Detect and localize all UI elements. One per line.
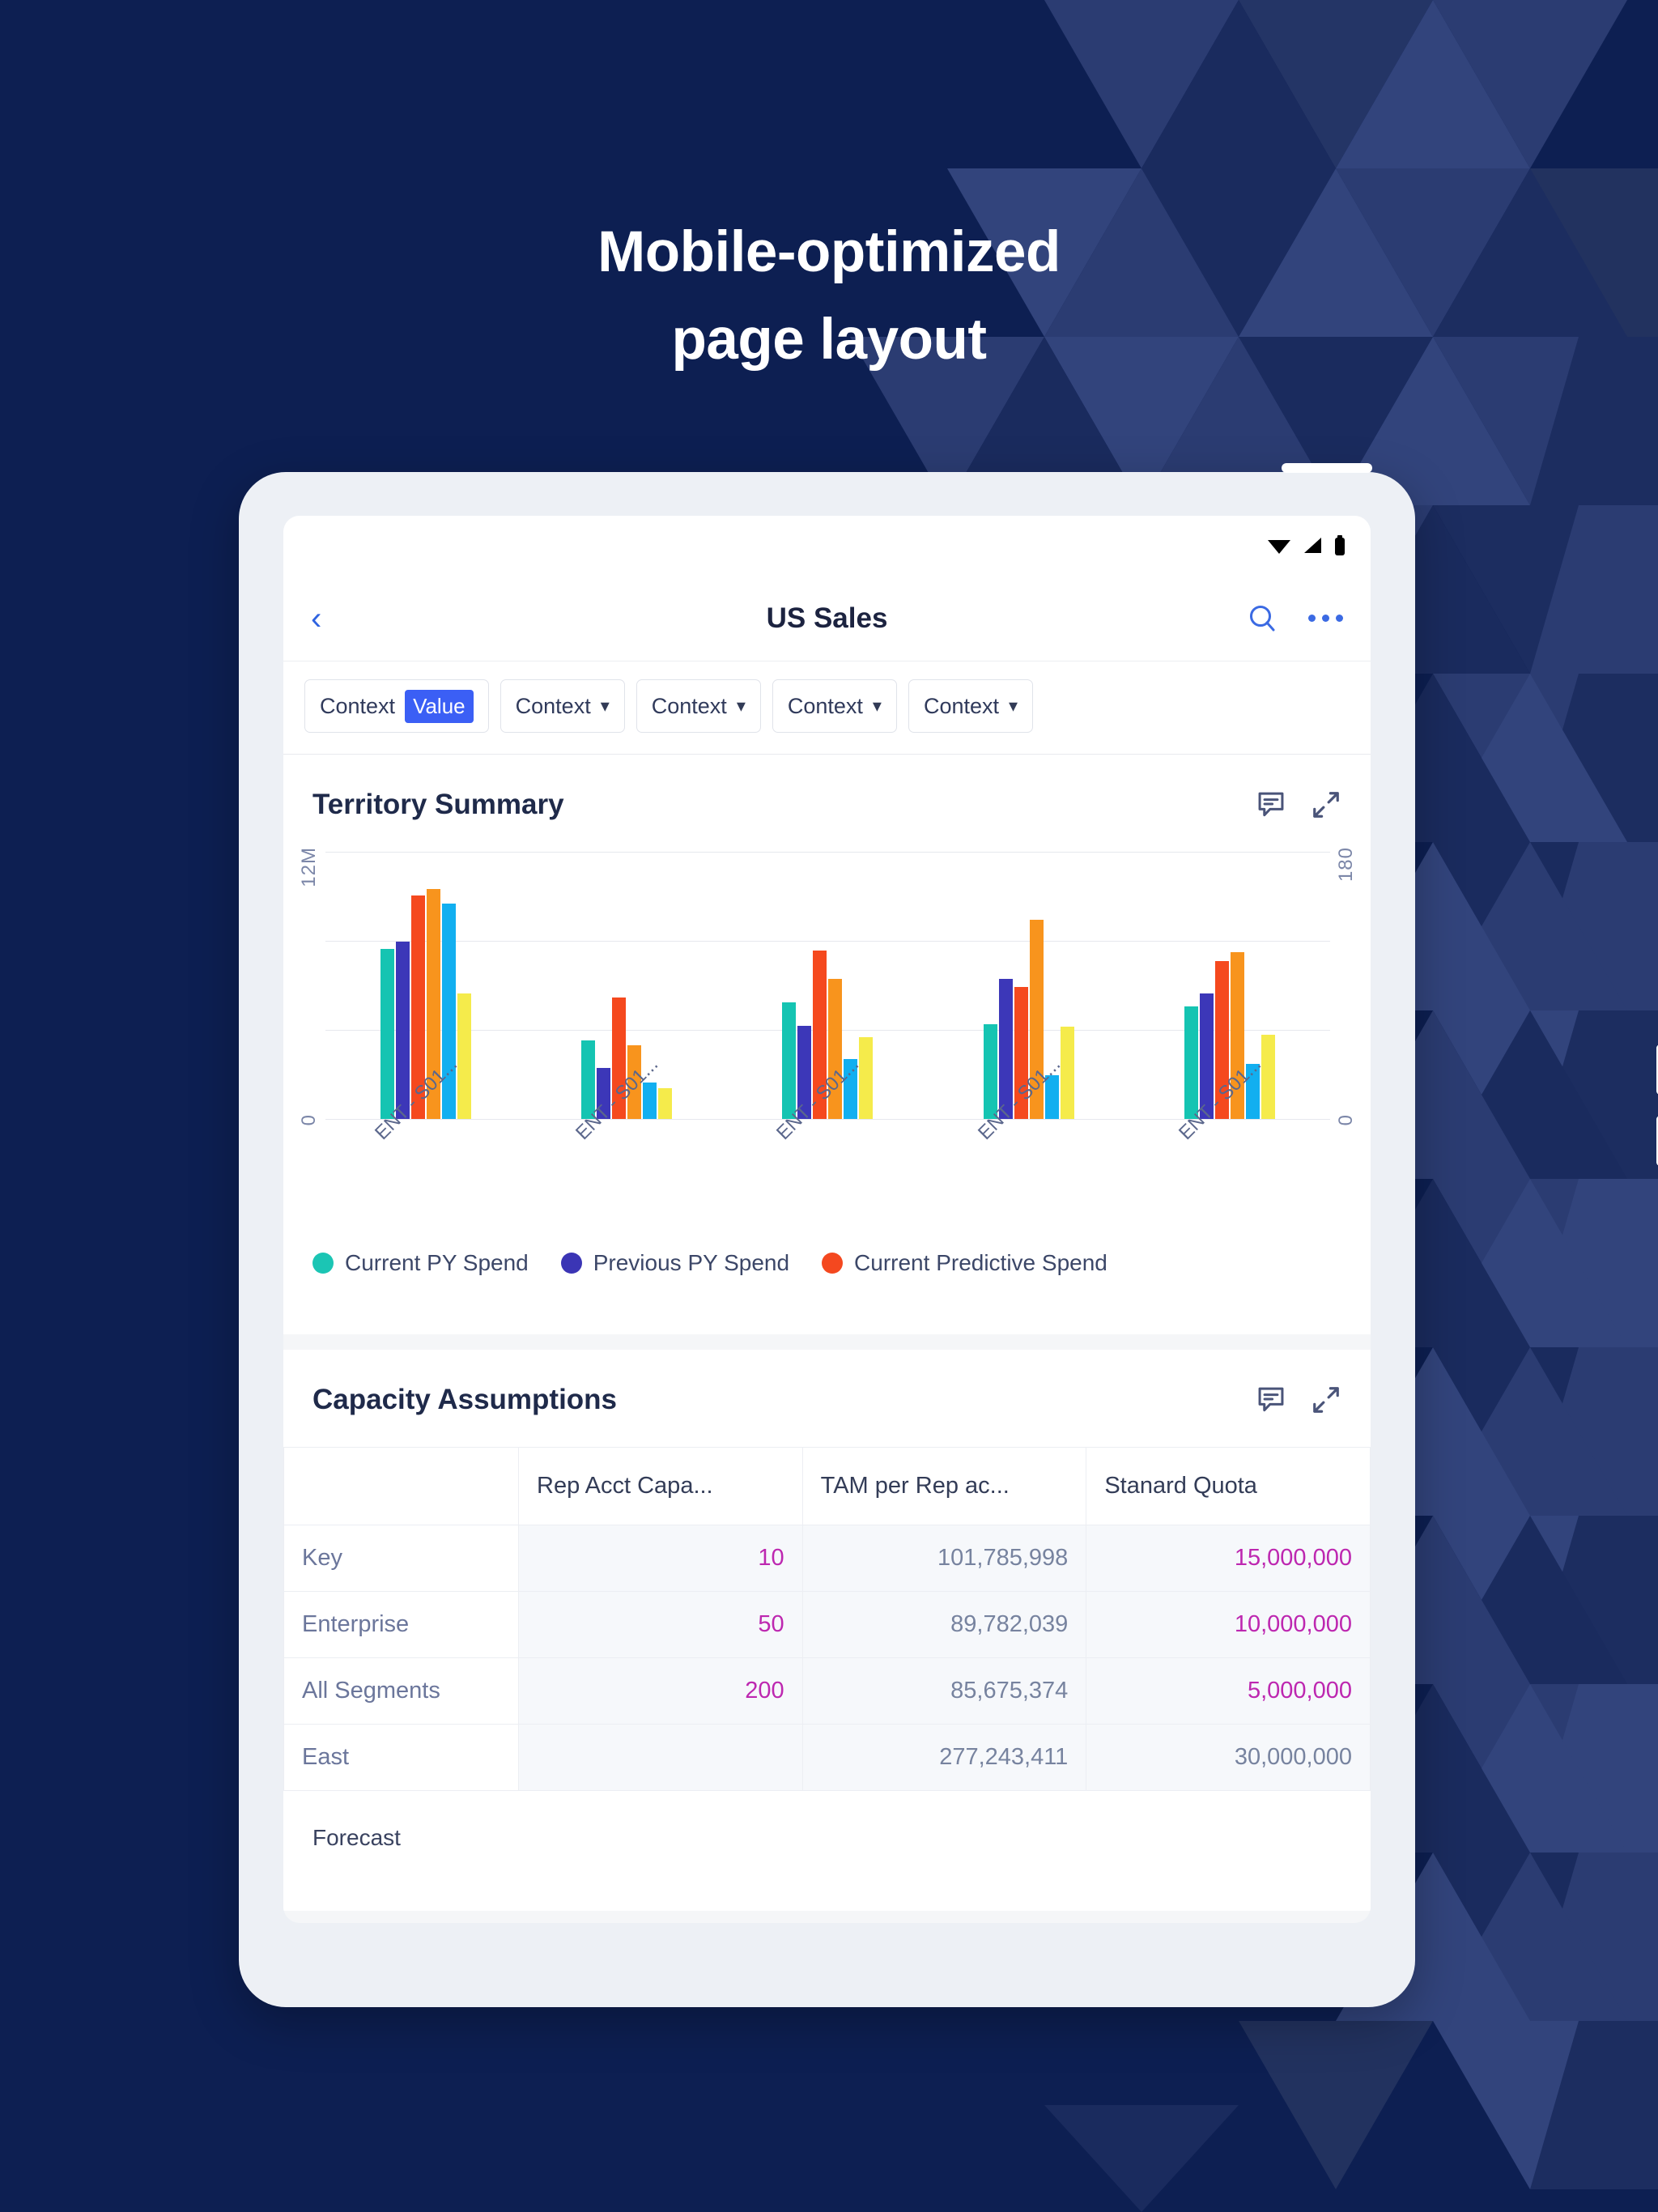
legend-swatch-icon	[312, 1253, 334, 1274]
table-cell-r2-c1[interactable]: 85,675,374	[801, 1657, 1087, 1725]
capacity-assumptions-title: Capacity Assumptions	[312, 1384, 618, 1415]
context-chip-0-label: Context	[320, 693, 396, 718]
bar-g3-s5[interactable]	[1060, 1027, 1074, 1119]
phone-device-frame: ‹ US Sales Context Value Context ▾ Conte	[239, 463, 1658, 2007]
territory-summary-card: Territory Summary 12M 0 180 0 ENT - S01.…	[283, 755, 1371, 1334]
table-cell-r1-c0[interactable]: 50	[518, 1591, 803, 1658]
capacity-assumptions-card: Capacity Assumptions Rep Acct Capa... TAM…	[283, 1350, 1371, 1911]
legend-item-1[interactable]: Previous PY Spend	[560, 1250, 790, 1276]
table-cell-r3-c1[interactable]: 277,243,411	[801, 1724, 1087, 1791]
legend-item-2[interactable]: Current Predictive Spend	[822, 1250, 1107, 1276]
bar-g2-s0[interactable]	[782, 1002, 797, 1119]
context-chip-3[interactable]: Context ▾	[772, 679, 897, 733]
phone-screen: ‹ US Sales Context Value Context ▾ Conte	[283, 516, 1371, 1923]
forecast-label: Forecast	[283, 1791, 1371, 1911]
search-icon[interactable]	[1247, 602, 1279, 635]
table-cell-r1-c1[interactable]: 89,782,039	[801, 1591, 1087, 1658]
app-nav-bar: ‹ US Sales	[283, 576, 1371, 661]
table-cell-r2-c0[interactable]: 200	[518, 1657, 803, 1725]
chart-x-axis-labels: ENT - S01... ENT - S01... ENT - S01... ENT …	[325, 1053, 1330, 1240]
table-cell-r0-c1[interactable]: 101,785,998	[801, 1525, 1087, 1592]
table-cell-r3-c0[interactable]	[518, 1724, 803, 1791]
comment-icon[interactable]	[1256, 789, 1286, 820]
bar-g0-s5[interactable]	[457, 993, 472, 1119]
table-row-label-0: Key	[283, 1525, 519, 1592]
expand-icon[interactable]	[1311, 789, 1341, 820]
context-chip-3-label: Context	[787, 693, 863, 718]
legend-label-1: Previous PY Spend	[593, 1250, 790, 1275]
table-col-header-0	[283, 1447, 519, 1525]
hero-heading: Mobile-optimized page layout	[0, 209, 1658, 384]
x-label-slot-0: ENT - S01...	[371, 1053, 474, 1240]
x-label-slot-1: ENT - S01...	[572, 1053, 675, 1240]
legend-label-0: Current PY Spend	[345, 1250, 529, 1275]
bar-g3-s0[interactable]	[983, 1023, 997, 1119]
table-row-label-2: All Segments	[283, 1657, 519, 1725]
table-row-label-3: East	[283, 1724, 519, 1791]
bar-g4-s5[interactable]	[1261, 1035, 1275, 1119]
table-col-header-1: Rep Acct Capa...	[518, 1447, 803, 1525]
chevron-down-icon: ▾	[600, 696, 610, 716]
territory-summary-chart: 12M 0 180 0 ENT - S01... ENT - S01... ENT …	[283, 847, 1371, 1334]
x-label-slot-2: ENT - S01...	[772, 1053, 876, 1240]
context-chip-1[interactable]: Context ▾	[500, 679, 625, 733]
wifi-icon	[1268, 540, 1290, 554]
table-cell-r3-c2[interactable]: 30,000,000	[1086, 1724, 1371, 1791]
bar-g2-s5[interactable]	[859, 1037, 874, 1119]
table-row-label-1: Enterprise	[283, 1591, 519, 1658]
table-row[interactable]: East 277,243,411 30,000,000	[283, 1724, 1371, 1791]
hero-line-1: Mobile-optimized	[597, 220, 1061, 284]
table-cell-r2-c2[interactable]: 5,000,000	[1086, 1657, 1371, 1725]
status-bar	[283, 516, 1371, 576]
legend-label-2: Current Predictive Spend	[854, 1250, 1107, 1275]
back-button[interactable]: ‹	[311, 602, 348, 635]
context-chip-0-value: Value	[405, 689, 474, 723]
y-axis-left-max: 12M	[298, 847, 320, 887]
table-row[interactable]: Key 10 101,785,998 15,000,000	[283, 1525, 1371, 1592]
territory-summary-title: Territory Summary	[312, 789, 564, 820]
y-axis-right-max: 180	[1335, 847, 1357, 883]
y-axis-right-min: 0	[1335, 1113, 1357, 1125]
table-row[interactable]: All Segments 200 85,675,374 5,000,000	[283, 1657, 1371, 1725]
page-title: US Sales	[766, 602, 888, 634]
context-chip-0[interactable]: Context Value	[304, 679, 489, 733]
chevron-down-icon: ▾	[872, 696, 882, 716]
more-horizontal-icon[interactable]	[1308, 615, 1343, 622]
table-col-header-3: Stanard Quota	[1086, 1447, 1371, 1525]
legend-item-0[interactable]: Current PY Spend	[312, 1250, 529, 1276]
bar-g4-s0[interactable]	[1184, 1006, 1198, 1119]
device-speaker-bar	[1282, 463, 1372, 473]
context-chip-2[interactable]: Context ▾	[636, 679, 761, 733]
context-chip-2-label: Context	[651, 693, 727, 718]
bar-g0-s0[interactable]	[380, 949, 395, 1119]
bar-g1-s4[interactable]	[643, 1083, 657, 1119]
table-cell-r0-c0[interactable]: 10	[518, 1525, 803, 1592]
context-chip-bar: Context Value Context ▾ Context ▾ Contex…	[283, 661, 1371, 755]
chevron-down-icon: ▾	[1009, 696, 1018, 716]
table-col-header-2: TAM per Rep ac...	[801, 1447, 1087, 1525]
context-chip-1-label: Context	[515, 693, 591, 718]
x-label-slot-3: ENT - S01...	[974, 1053, 1078, 1240]
legend-swatch-icon	[560, 1253, 582, 1274]
battery-icon	[1335, 535, 1345, 555]
capacity-assumptions-table: Rep Acct Capa... TAM per Rep ac... Stanard…	[283, 1447, 1371, 1791]
table-cell-r0-c2[interactable]: 15,000,000	[1086, 1525, 1371, 1592]
signal-icon	[1304, 538, 1321, 553]
context-chip-4-label: Context	[923, 693, 1000, 718]
context-chip-4[interactable]: Context ▾	[908, 679, 1034, 733]
table-row[interactable]: Enterprise 50 89,782,039 10,000,000	[283, 1591, 1371, 1658]
hero-line-2: page layout	[671, 308, 987, 372]
bar-g1-s5[interactable]	[658, 1088, 673, 1119]
table-cell-r1-c2[interactable]: 10,000,000	[1086, 1591, 1371, 1658]
expand-icon[interactable]	[1311, 1385, 1341, 1415]
y-axis-left-min: 0	[298, 1113, 320, 1125]
chevron-down-icon: ▾	[736, 696, 746, 716]
comment-icon[interactable]	[1256, 1385, 1286, 1415]
chart-legend: Current PY Spend Previous PY Spend Current…	[283, 1240, 1371, 1312]
x-label-slot-4: ENT - S01...	[1175, 1053, 1278, 1240]
legend-swatch-icon	[822, 1253, 844, 1274]
table-header-row: Rep Acct Capa... TAM per Rep ac... Stanard…	[283, 1447, 1371, 1525]
